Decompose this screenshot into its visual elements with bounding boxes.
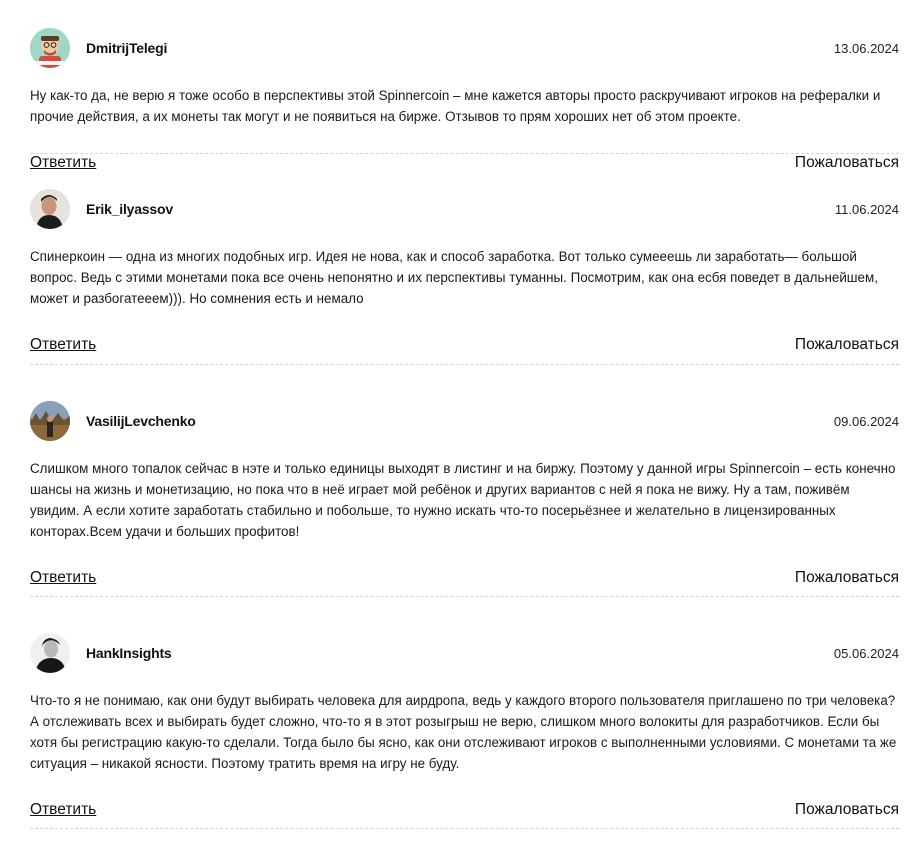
avatar[interactable] (30, 401, 70, 441)
comment-text: Что-то я не понимаю, как они будут выбир… (30, 693, 897, 771)
comment-actions: Ответить Пожаловаться (30, 334, 899, 356)
comment: DmitrijTelegi 13.06.2024 Ну как-то да, н… (30, 0, 899, 171)
comment-header: DmitrijTelegi 13.06.2024 (30, 28, 899, 68)
avatar[interactable] (30, 633, 70, 673)
report-button[interactable]: Пожаловаться (795, 336, 899, 354)
comment-author: Erik_ilyassov (86, 201, 173, 217)
comment-header: Erik_ilyassov 11.06.2024 (30, 189, 899, 229)
user-photo-icon (30, 401, 70, 441)
comment-author: HankInsights (86, 645, 172, 661)
comment-header: VasilijLevchenko 09.06.2024 (30, 401, 899, 441)
comment-header: HankInsights 05.06.2024 (30, 633, 899, 673)
comment: Erik_ilyassov 11.06.2024 Спинеркоин — од… (30, 154, 899, 365)
report-button[interactable]: Пожаловаться (795, 569, 899, 587)
reply-button[interactable]: Ответить (30, 154, 96, 172)
comment-text: Слишком много топалок сейчас в нэте и то… (30, 461, 896, 539)
user-photo-icon (30, 189, 70, 229)
cartoon-avatar-icon (30, 28, 70, 68)
reply-button[interactable]: Ответить (30, 336, 96, 354)
comment-author: VasilijLevchenko (86, 413, 196, 429)
comment-date: 11.06.2024 (834, 201, 899, 217)
comment-actions: Ответить Пожаловаться (30, 799, 899, 821)
reply-button[interactable]: Ответить (30, 569, 96, 587)
comment-text: Ну как-то да, не верю я тоже особо в пер… (30, 88, 881, 124)
comment-date: 13.06.2024 (833, 40, 899, 56)
comment: HankInsights 05.06.2024 Что-то я не пони… (30, 597, 899, 829)
user-photo-icon (30, 633, 70, 673)
comments-list: DmitrijTelegi 13.06.2024 Ну как-то да, н… (0, 0, 923, 829)
comment-date: 05.06.2024 (833, 645, 899, 661)
avatar[interactable] (30, 189, 70, 229)
avatar[interactable] (30, 28, 70, 68)
reply-button[interactable]: Ответить (30, 801, 96, 819)
comment-text: Спинеркоин — одна из многих подобных игр… (30, 249, 878, 306)
comment-date: 09.06.2024 (833, 413, 899, 429)
comment-author: DmitrijTelegi (86, 40, 168, 56)
comment-actions: Ответить Пожаловаться (30, 567, 899, 589)
comment: VasilijLevchenko 09.06.2024 Слишком мног… (30, 365, 899, 597)
report-button[interactable]: Пожаловаться (795, 801, 899, 819)
report-button[interactable]: Пожаловаться (795, 154, 899, 172)
